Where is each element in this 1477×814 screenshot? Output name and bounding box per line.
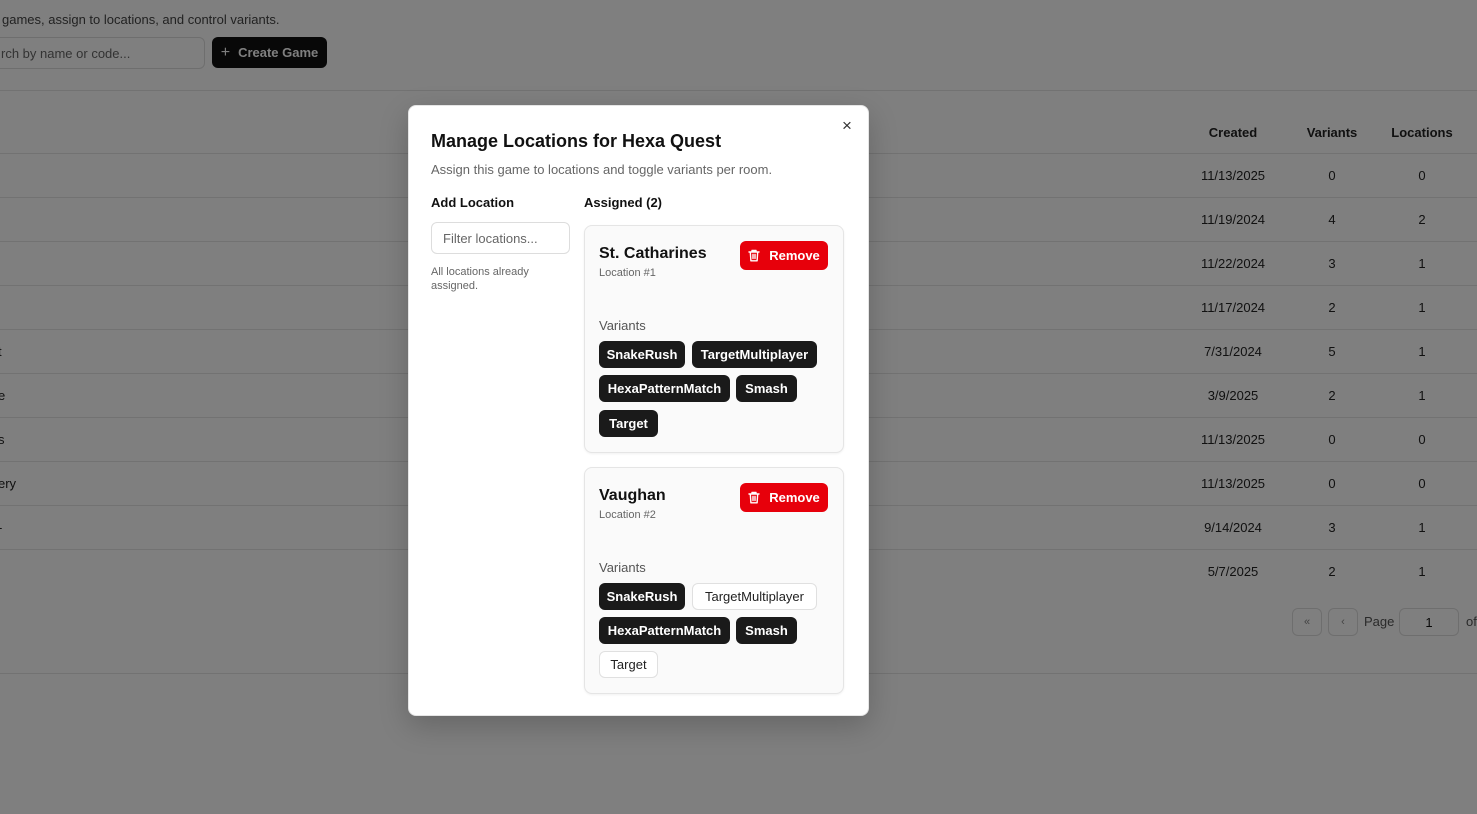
- variants-label: Variants: [599, 318, 646, 333]
- empty-locations-text: All locations already assigned.: [431, 266, 529, 292]
- location-card: St. Catharines Location #1 Remove Varian…: [584, 225, 844, 453]
- remove-label: Remove: [769, 490, 820, 505]
- location-number: Location #1: [599, 267, 656, 279]
- variant-toggle-snakerush[interactable]: SnakeRush: [599, 583, 685, 610]
- assigned-heading: Assigned (2): [584, 195, 663, 210]
- remove-location-button[interactable]: Remove: [740, 241, 828, 270]
- location-card: Vaughan Location #2 Remove Variants Snak…: [584, 467, 844, 694]
- variant-toggle-targetmultiplayer[interactable]: TargetMultiplayer: [692, 583, 817, 610]
- trash-icon: [748, 249, 760, 262]
- close-icon[interactable]: ×: [839, 117, 855, 134]
- variant-toggle-hexapatternmatch[interactable]: HexaPatternMatch: [599, 617, 730, 644]
- variant-toggle-target[interactable]: Target: [599, 651, 658, 678]
- trash-icon: [748, 491, 760, 504]
- add-location-heading: Add Location: [431, 195, 515, 210]
- filter-locations-input[interactable]: Filter locations...: [431, 222, 570, 254]
- location-name: St. Catharines: [599, 245, 707, 262]
- variant-toggle-target[interactable]: Target: [599, 410, 658, 437]
- dialog-description: Assign this game to locations and toggle…: [431, 162, 773, 177]
- variant-toggle-hexapatternmatch[interactable]: HexaPatternMatch: [599, 375, 730, 402]
- location-number: Location #2: [599, 509, 656, 521]
- variants-label: Variants: [599, 560, 646, 575]
- variant-toggle-smash[interactable]: Smash: [736, 375, 797, 402]
- location-name: Vaughan: [599, 487, 666, 504]
- variant-toggle-snakerush[interactable]: SnakeRush: [599, 341, 685, 368]
- variant-toggle-smash[interactable]: Smash: [736, 617, 797, 644]
- remove-location-button[interactable]: Remove: [740, 483, 828, 512]
- dialog-title: Manage Locations for Hexa Quest: [431, 131, 722, 151]
- remove-label: Remove: [769, 248, 820, 263]
- manage-locations-dialog: × Manage Locations for Hexa Quest Assign…: [408, 105, 869, 716]
- variant-toggle-targetmultiplayer[interactable]: TargetMultiplayer: [692, 341, 817, 368]
